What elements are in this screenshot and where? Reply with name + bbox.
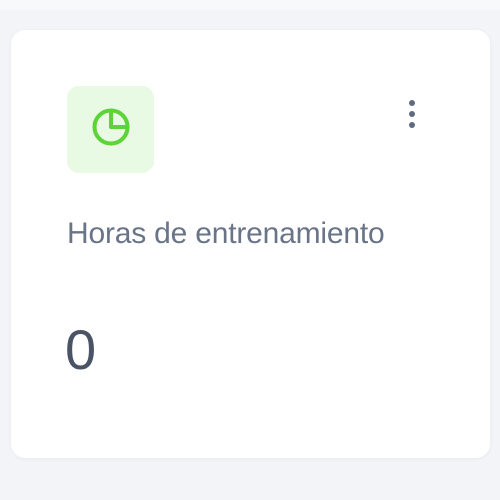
- stat-card-value: 0: [65, 318, 97, 381]
- more-options-button[interactable]: [400, 98, 424, 134]
- stat-card: Horas de entrenamiento 0: [11, 30, 490, 458]
- top-strip: [0, 0, 500, 10]
- stat-card-icon-tile: [67, 86, 154, 173]
- more-vertical-icon: [408, 99, 416, 134]
- dashboard-background: Horas de entrenamiento 0: [0, 0, 500, 500]
- stat-card-label: Horas de entrenamiento: [67, 217, 385, 250]
- pie-chart-icon: [89, 105, 133, 154]
